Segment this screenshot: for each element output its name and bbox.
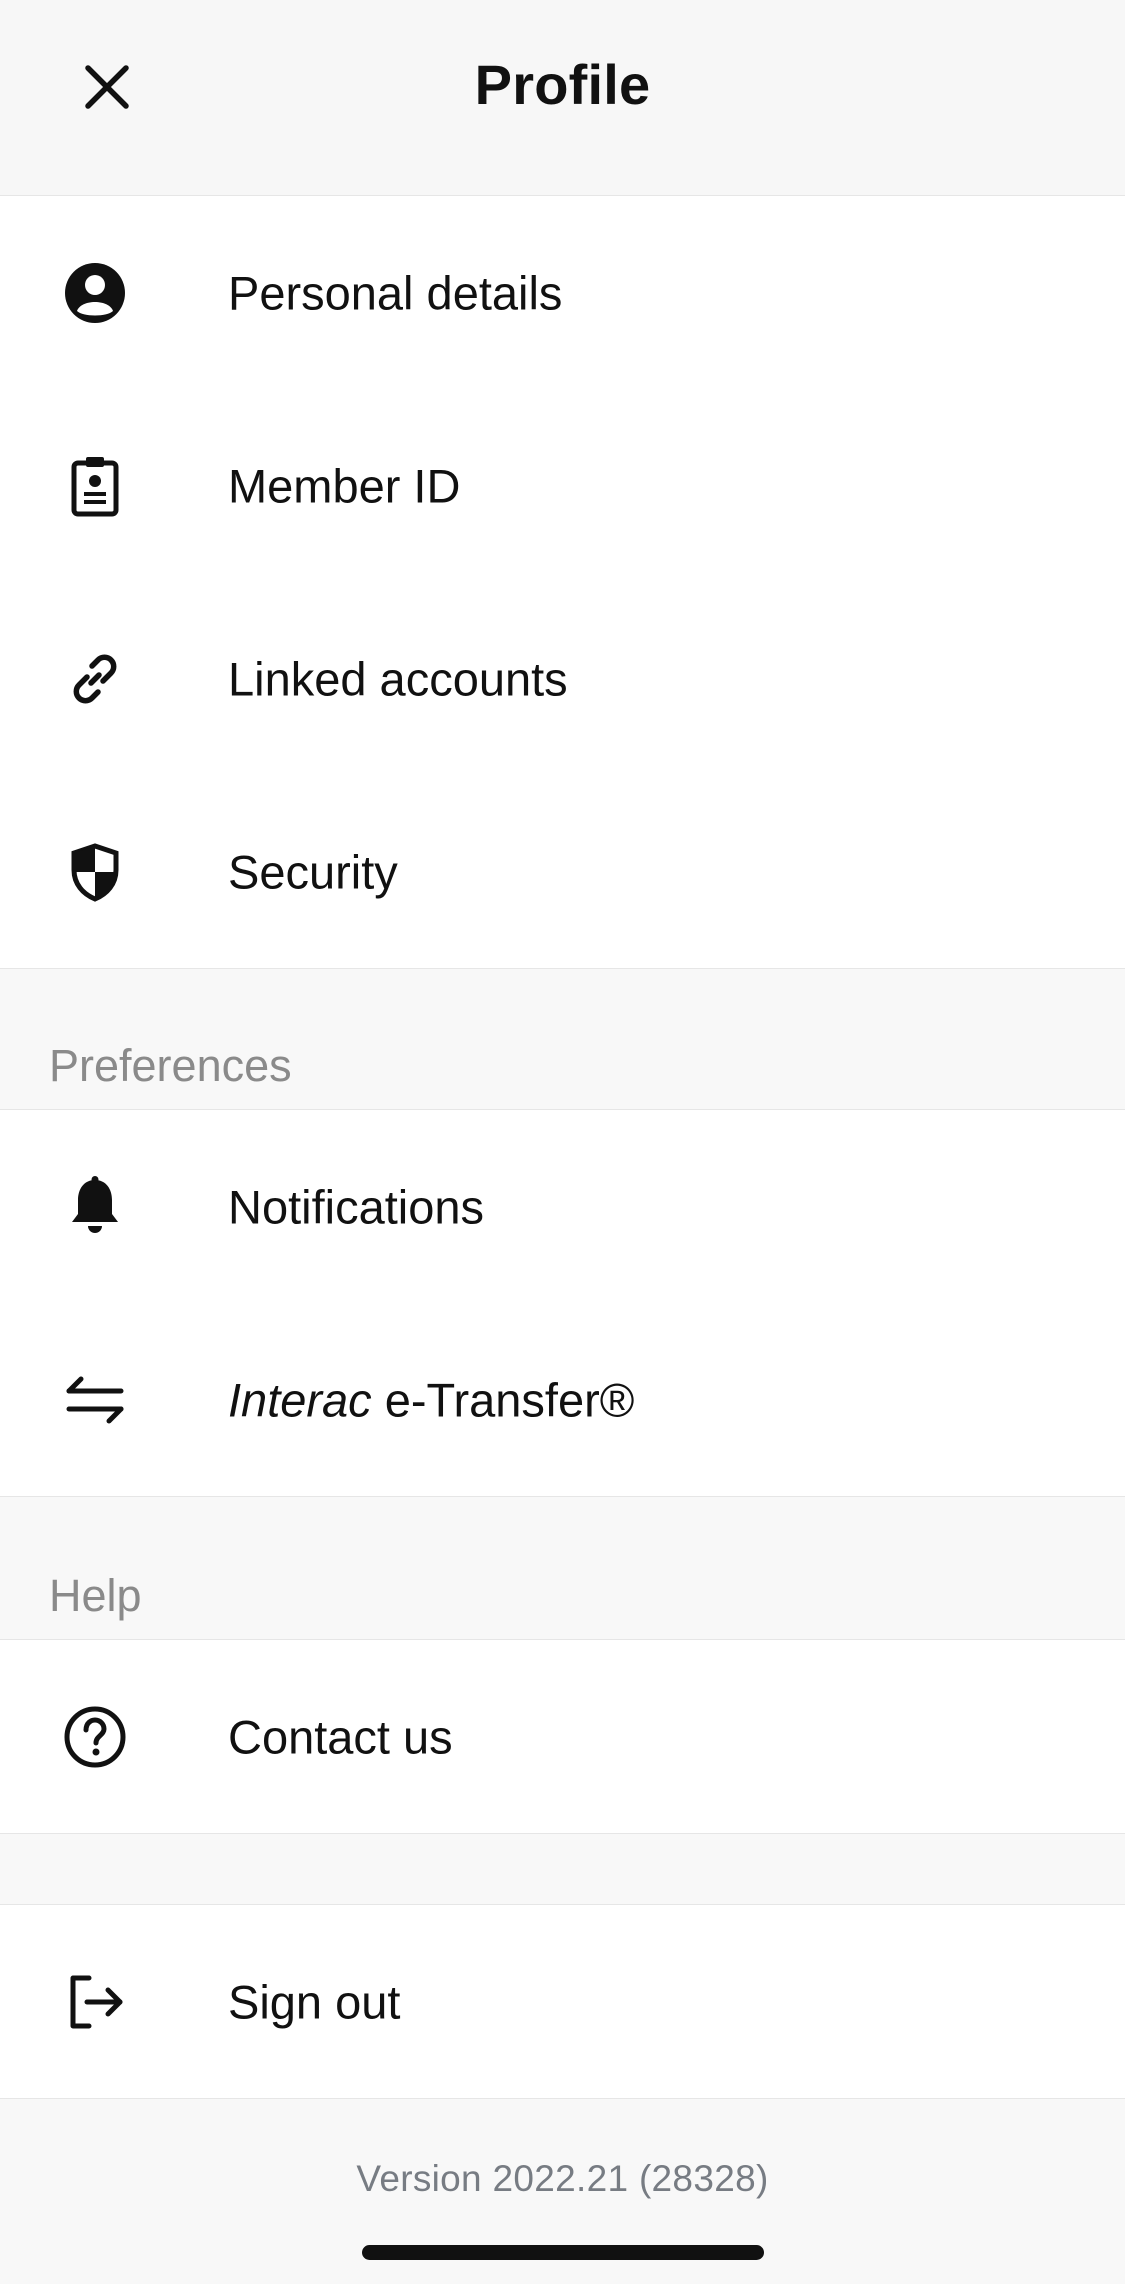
interac-brand-text: Interac — [228, 1373, 372, 1426]
menu-item-member-id[interactable]: Member ID — [0, 389, 1125, 582]
menu-item-contact-us[interactable]: Contact us — [0, 1640, 1125, 1833]
menu-item-label: Notifications — [228, 1180, 484, 1233]
badge-icon — [62, 453, 128, 519]
link-icon — [62, 646, 128, 712]
page-title: Profile — [474, 53, 651, 116]
home-indicator[interactable] — [362, 2245, 764, 2260]
menu-item-label: Contact us — [228, 1710, 453, 1763]
signout-section: Sign out — [0, 1904, 1125, 2099]
person-circle-icon — [62, 260, 128, 326]
menu-item-label: Security — [228, 845, 398, 898]
question-circle-icon — [62, 1704, 128, 1770]
header-bar: Profile — [0, 0, 1125, 196]
menu-item-label: Linked accounts — [228, 652, 568, 705]
help-menu: Contact us — [0, 1639, 1125, 1834]
account-menu: Personal details Member ID Linked accoun… — [0, 195, 1125, 969]
menu-item-personal-details[interactable]: Personal details — [0, 196, 1125, 389]
app-version: Version 2022.21 (28328) — [356, 2158, 769, 2199]
section-heading-help: Help — [49, 1570, 142, 1621]
menu-item-linked-accounts[interactable]: Linked accounts — [0, 582, 1125, 775]
shield-icon — [62, 839, 128, 905]
sign-out-button[interactable]: Sign out — [0, 1905, 1125, 2098]
bell-icon — [62, 1174, 128, 1240]
menu-item-label: Sign out — [228, 1975, 401, 2028]
menu-item-label: Personal details — [228, 266, 563, 319]
menu-item-label: Member ID — [228, 459, 461, 512]
transfer-arrows-icon — [62, 1367, 128, 1433]
etransfer-text: e-Transfer® — [371, 1373, 635, 1426]
menu-item-notifications[interactable]: Notifications — [0, 1110, 1125, 1303]
menu-item-interac-etransfer[interactable]: Interac e-Transfer® — [0, 1303, 1125, 1496]
section-heading-preferences: Preferences — [49, 1040, 292, 1091]
sign-out-icon — [62, 1969, 128, 2035]
menu-item-label: Interac e-Transfer® — [228, 1372, 634, 1427]
preferences-menu: Notifications Interac e-Transfer® — [0, 1109, 1125, 1497]
menu-item-security[interactable]: Security — [0, 775, 1125, 968]
